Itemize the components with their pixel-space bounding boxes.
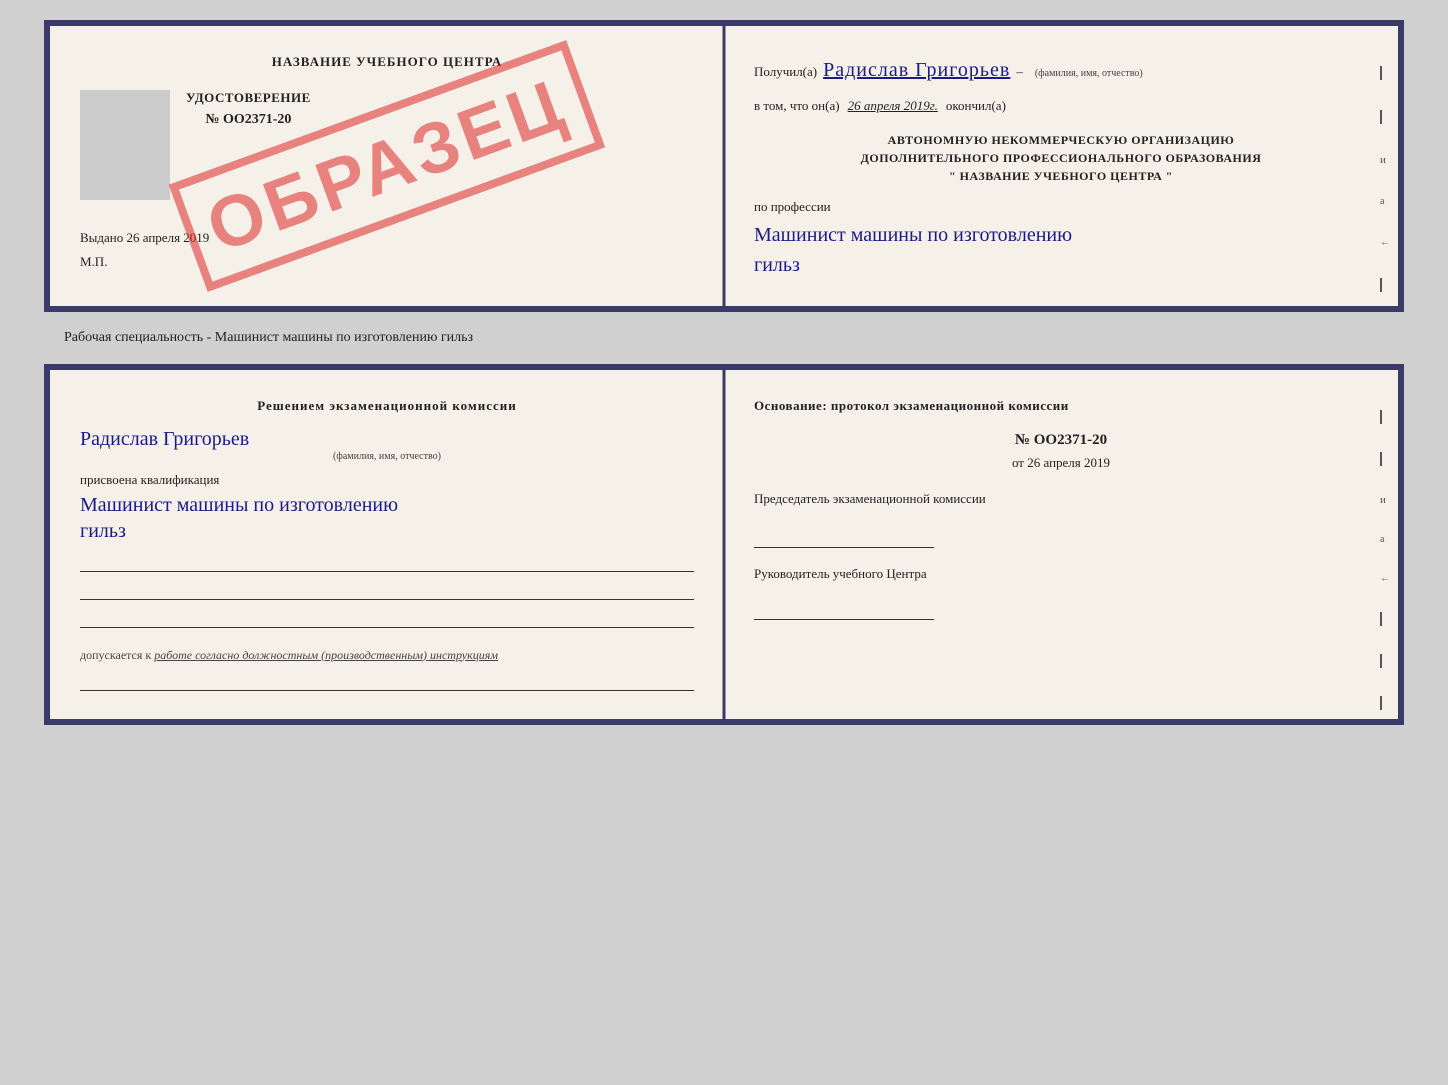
udostoverenie-number: № OO2371-20 [186,112,311,128]
top-document-card: НАЗВАНИЕ УЧЕБНОГО ЦЕНТРА УДОСТОВЕРЕНИЕ №… [44,20,1404,312]
bottom-italic-a: а [1380,534,1390,545]
rukovoditel-label: Руководитель учебного Центра [754,564,1368,584]
bottom-document-card: Решением экзаменационной комиссии Радисл… [44,364,1404,725]
completion-date: 26 апреля 2019г. [848,96,938,117]
and-mark-1: и [1380,154,1390,166]
fio-subtitle-top: (фамилия, имя, отчество) [1035,66,1143,82]
vydano-line: Выдано 26 апреля 2019 [80,230,694,246]
underline-1 [80,552,694,572]
right-top-content: Получил(а) Радислав Григорьев – (фамилия… [754,54,1368,278]
bottom-recipient-name: Радислав Григорьев [80,428,249,450]
bottom-mark-dash-1 [1380,410,1382,424]
profession-line2: гильз [754,252,1368,278]
bottom-and-mark: и [1380,494,1390,506]
page-wrapper: НАЗВАНИЕ УЧЕБНОГО ЦЕНТРА УДОСТОВЕРЕНИЕ №… [20,20,1428,725]
right-marks-bottom: и а ← [1380,410,1390,710]
underline-2 [80,580,694,600]
underline-4 [80,671,694,691]
dopuskaetsya-label: допускается к [80,648,151,662]
vtom-label: в том, что он(а) [754,96,840,117]
udostoverenie-label: УДОСТОВЕРЕНИЕ [186,90,311,106]
recipient-name: Радислав Григорьев [823,54,1010,86]
underline-3 [80,608,694,628]
protocol-number: № OO2371-20 [754,432,1368,449]
dopuskaetsya-block: допускается к работе согласно должностны… [80,648,694,663]
vydano-label: Выдано [80,230,123,245]
vydano-date: 26 апреля 2019 [127,230,210,245]
profession-block: по профессии Машинист машины по изготовл… [754,197,1368,278]
udostoverenie-block: УДОСТОВЕРЕНИЕ № OO2371-20 [80,90,694,200]
org-block: АВТОНОМНУЮ НЕКОММЕРЧЕСКУЮ ОРГАНИЗАЦИЮ ДО… [754,131,1368,185]
predsedatel-signature-line [754,528,934,548]
protocol-date-value: 26 апреля 2019 [1027,455,1110,470]
top-left-half: НАЗВАНИЕ УЧЕБНОГО ЦЕНТРА УДОСТОВЕРЕНИЕ №… [50,26,724,306]
rukovoditel-signature-line [754,600,934,620]
kvalif-line1: Машинист машины по изготовлению [80,492,694,518]
separator-label: Рабочая специальность - Машинист машины … [64,330,473,346]
po-professii-label: по профессии [754,199,831,214]
photo-placeholder [80,90,170,200]
profession-line1: Машинист машины по изготовлению [754,222,1368,248]
vtom-line: в том, что он(а) 26 апреля 2019г. окончи… [754,96,1368,117]
bottom-arrow-mark: ← [1380,573,1390,584]
udost-text-block: УДОСТОВЕРЕНИЕ № OO2371-20 [186,90,311,128]
fio-subtitle-bottom: (фамилия, имя, отчество) [80,451,694,462]
bottom-mark-dash-5 [1380,696,1382,710]
bottom-mark-dash-2 [1380,452,1382,466]
arrow-mark: ← [1380,237,1390,248]
dash-separator: – [1016,62,1023,83]
bottom-left-half: Решением экзаменационной комиссии Радисл… [50,370,724,719]
poluchil-line: Получил(а) Радислав Григорьев – (фамилия… [754,54,1368,86]
bottom-right-half: Основание: протокол экзаменационной коми… [724,370,1398,719]
osnovanie-title: Основание: протокол экзаменационной коми… [754,398,1368,414]
italic-a-mark: а [1380,196,1390,207]
kvalif-line2: гильз [80,518,694,544]
okonchil-label: окончил(а) [946,96,1006,117]
bottom-mark-dash-4 [1380,654,1382,668]
prisvoena-label: присвоена квалификация [80,472,694,488]
right-side-marks: и а ← [1380,66,1390,312]
resheniem-title: Решением экзаменационной комиссии [80,398,694,414]
top-right-half: Получил(а) Радислав Григорьев – (фамилия… [724,26,1398,306]
org-line2: ДОПОЛНИТЕЛЬНОГО ПРОФЕССИОНАЛЬНОГО ОБРАЗО… [754,149,1368,167]
org-name: " НАЗВАНИЕ УЧЕБНОГО ЦЕНТРА " [754,167,1368,185]
date-prefix: от [1012,455,1024,470]
mp-label: М.П. [80,254,694,270]
top-left-title: НАЗВАНИЕ УЧЕБНОГО ЦЕНТРА [80,54,694,70]
poluchil-label: Получил(а) [754,62,817,83]
mark-dash-2 [1380,110,1382,124]
org-line1: АВТОНОМНУЮ НЕКОММЕРЧЕСКУЮ ОРГАНИЗАЦИЮ [754,131,1368,149]
mark-dash-3 [1380,278,1382,292]
protocol-date: от 26 апреля 2019 [754,455,1368,471]
predsedatel-label: Председатель экзаменационной комиссии [754,489,1368,509]
dopuskaetsya-italic: работе согласно должностным (производств… [154,648,498,662]
mark-dash-1 [1380,66,1382,80]
bottom-mark-dash-3 [1380,612,1382,626]
name-block-bottom: Радислав Григорьев (фамилия, имя, отчест… [80,428,694,462]
